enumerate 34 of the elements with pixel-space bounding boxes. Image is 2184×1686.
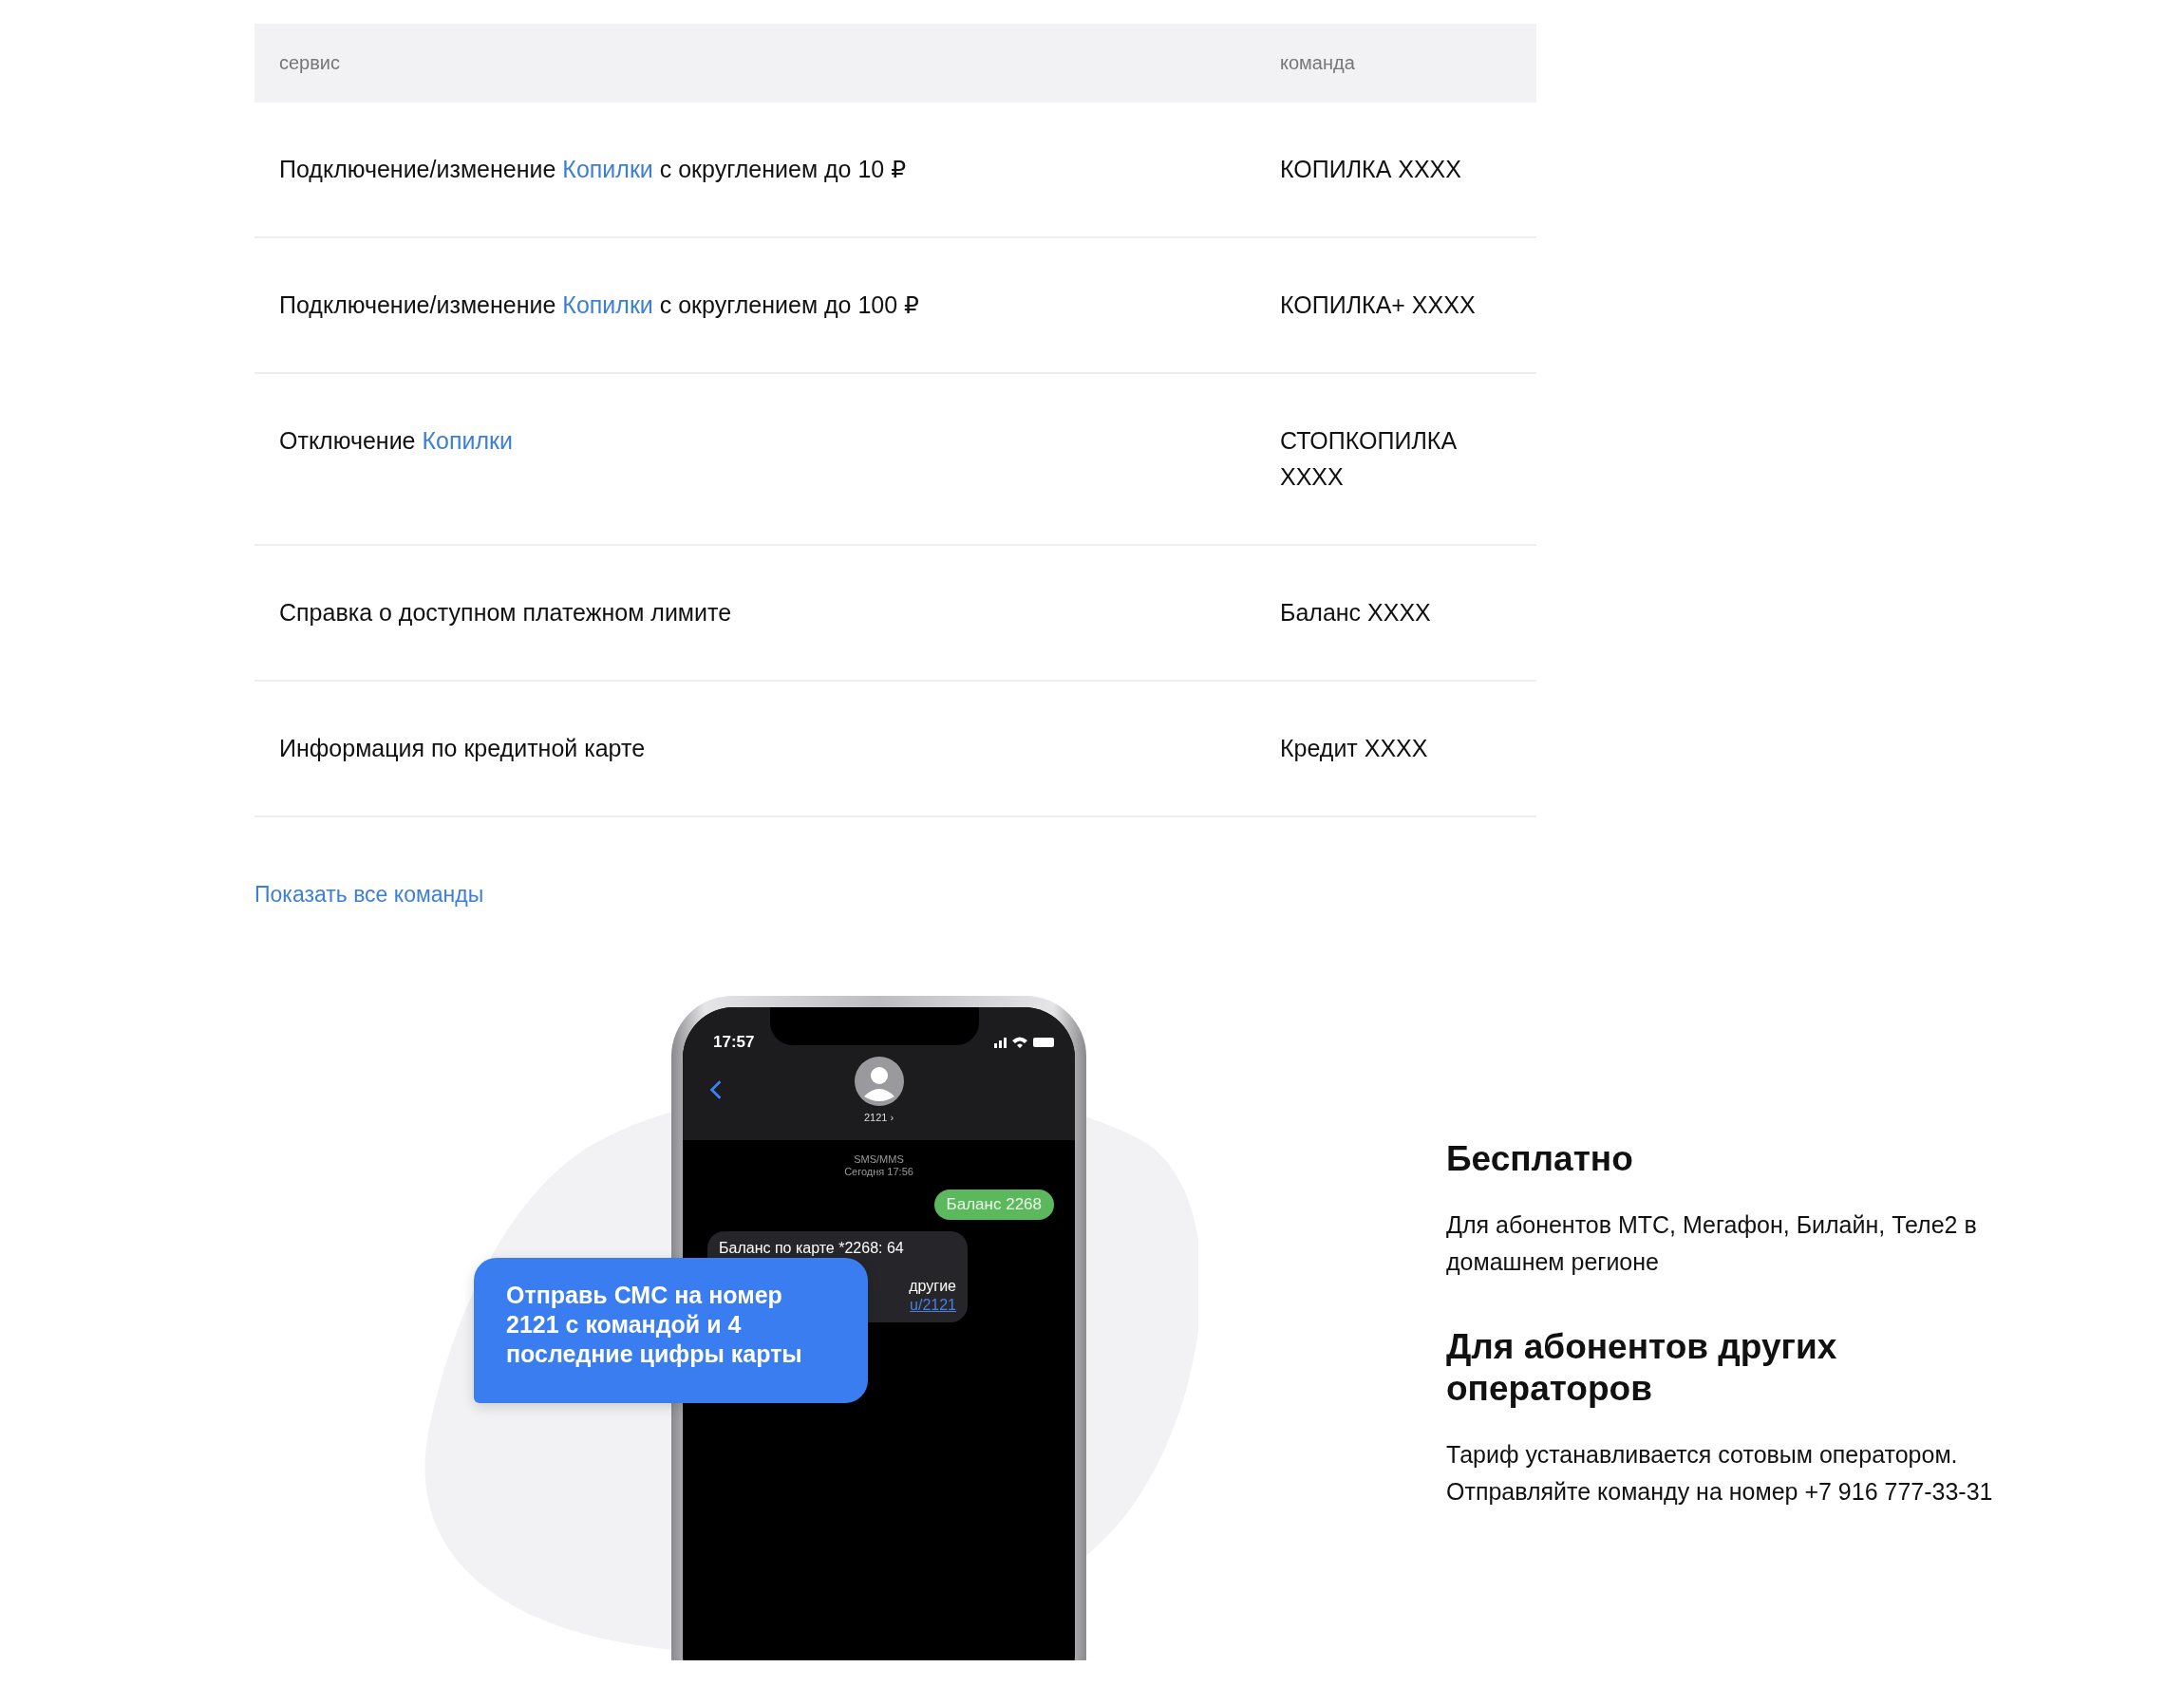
contact-name: 2121 › [863,1112,894,1123]
section-title: Бесплатно [1446,1138,1634,1180]
message-link[interactable]: u/2121 [910,1296,956,1315]
service-text: Подключение/изменение Копилки с округлением до 100 ₽ [278,290,921,320]
section-title: Для абонентов других операторов [1446,1326,1838,1410]
command-text: Кредит XXXX [1280,734,1429,763]
message-text: Баланс по карте *2268: 64 [719,1239,904,1258]
command-text: КОПИЛКА+ XXXX [1280,290,1477,320]
service-text: Справка о доступном платежном лимите [278,598,733,628]
service-text: Информация по кредитной карте [278,734,647,763]
sent-message: Баланс 2268 [933,1190,1054,1220]
clock-time: 17:57 [712,1033,755,1052]
avatar-icon [854,1057,904,1106]
command-text: Баланс XXXX [1280,598,1432,628]
link[interactable]: Копилки [562,291,653,318]
command-text: КОПИЛКА XXXX [1280,155,1462,184]
channel-label: SMS/MMS [854,1153,904,1166]
link[interactable]: Копилки [562,156,653,182]
message-text: другие [909,1277,956,1296]
service-text: Подключение/изменение Копилки с округлением до 10 ₽ [278,155,908,184]
link[interactable]: Копилки [422,427,513,454]
show-all-link[interactable]: Показать все команды [254,882,484,908]
column-header: команда [1280,52,1355,74]
message-date: Сегодня 17:56 [844,1166,913,1178]
wifi-icon [1012,1037,1027,1048]
command-text: СТОПКОПИЛКА XXXX [1280,426,1459,492]
column-header: сервис [278,52,342,74]
callout-bubble: Отправь СМС на номер 2121 с командой и 4 последние цифры карты [474,1258,868,1403]
service-text: Отключение Копилки [278,426,514,456]
back-icon[interactable] [709,1079,723,1100]
section-text: Тариф устанавливается сотовым оператором. Отправляйте команду на номер +7 916 777-33-31 [1446,1440,1994,1507]
signal-icon [994,1037,1007,1048]
section-text: Для абонентов МТС, Мегафон, Билайн, Теле2 в домашнем регионе [1446,1210,1978,1277]
battery-icon [1033,1038,1054,1047]
